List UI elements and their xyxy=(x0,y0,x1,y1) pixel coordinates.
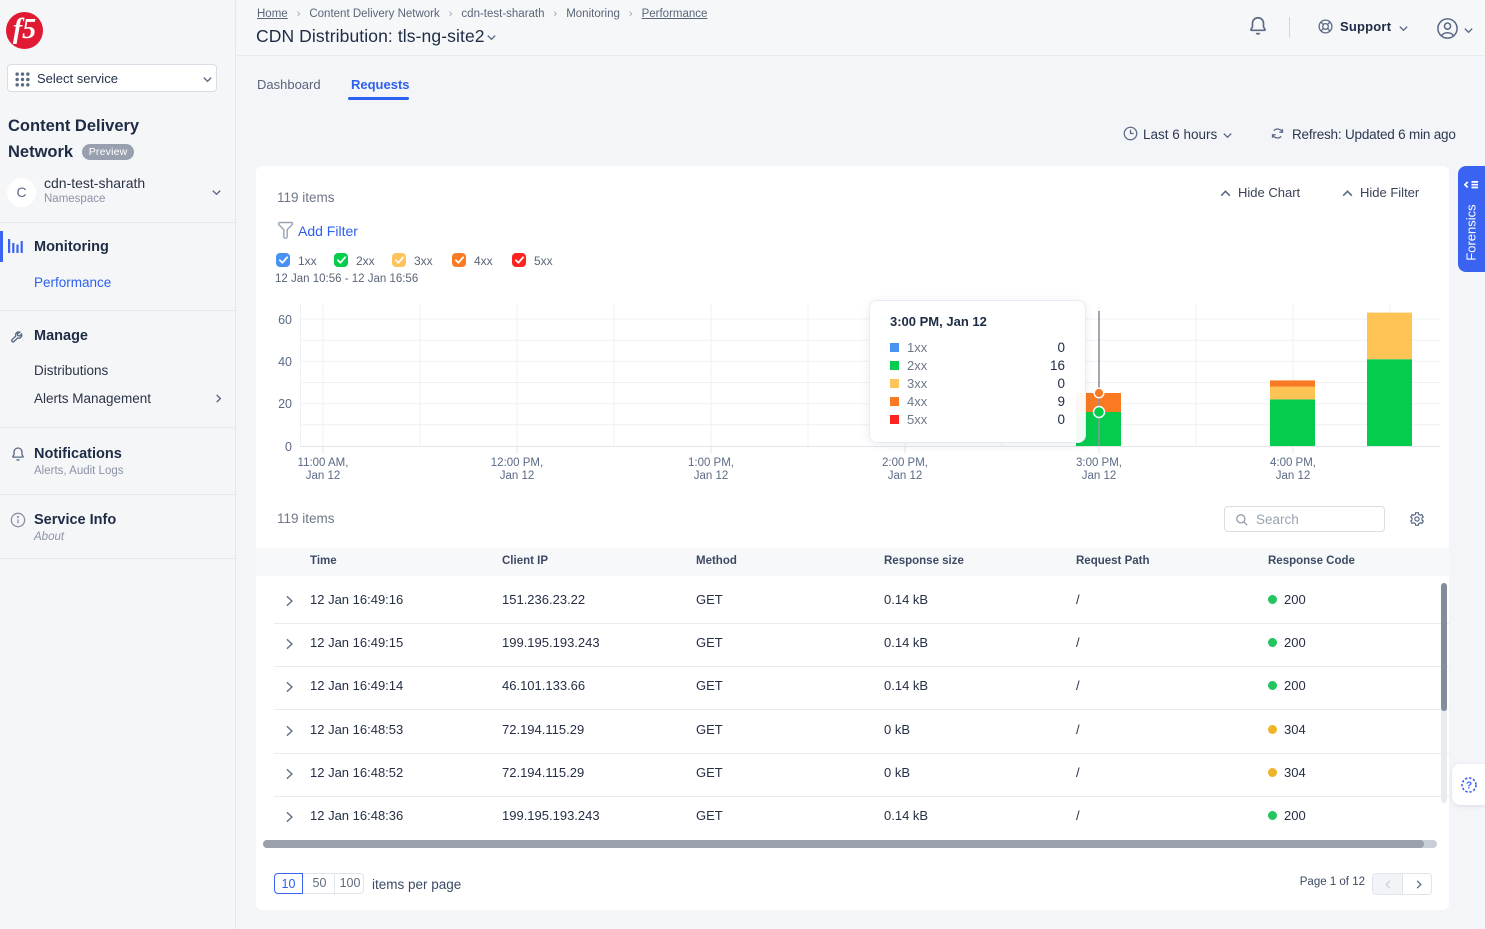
svg-text:12:00 PM,: 12:00 PM, xyxy=(491,457,543,469)
svg-text:Jan 12: Jan 12 xyxy=(306,470,341,482)
svg-text:2:00 PM,: 2:00 PM, xyxy=(882,457,928,469)
svg-text:40: 40 xyxy=(278,355,292,369)
svg-text:?: ? xyxy=(1466,781,1472,792)
svg-text:Jan 12: Jan 12 xyxy=(694,470,729,482)
svg-text:Jan 12: Jan 12 xyxy=(1276,470,1311,482)
svg-text:Jan 12: Jan 12 xyxy=(500,470,535,482)
svg-text:Jan 12: Jan 12 xyxy=(1082,470,1117,482)
svg-text:60: 60 xyxy=(278,313,292,327)
svg-text:0: 0 xyxy=(285,440,292,454)
svg-text:4:00 PM,: 4:00 PM, xyxy=(1270,457,1316,469)
svg-text:Jan 12: Jan 12 xyxy=(888,470,923,482)
svg-text:1:00 PM,: 1:00 PM, xyxy=(688,457,734,469)
svg-text:3:00 PM,: 3:00 PM, xyxy=(1076,457,1122,469)
svg-text:11:00 AM,: 11:00 AM, xyxy=(298,457,349,469)
svg-text:20: 20 xyxy=(278,397,292,411)
